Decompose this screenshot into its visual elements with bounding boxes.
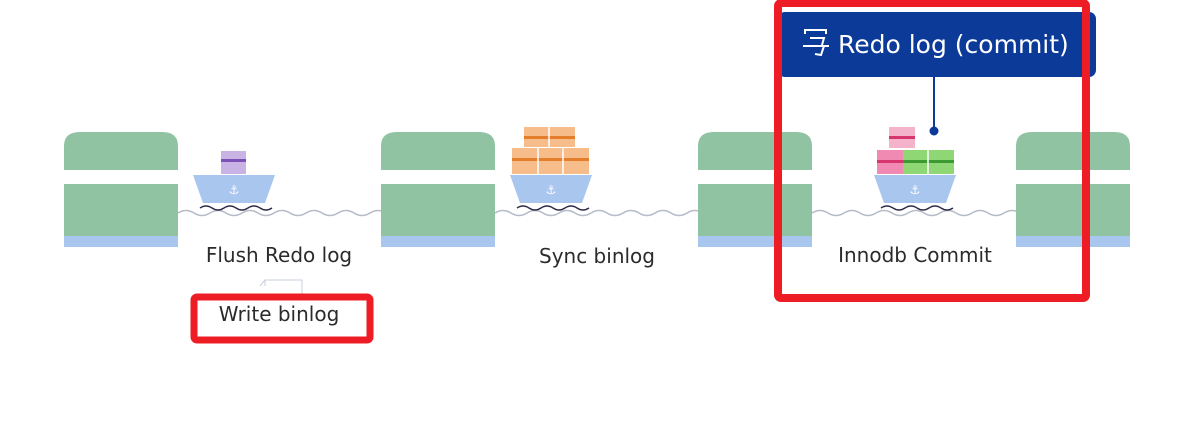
water-wave bbox=[177, 209, 1021, 217]
anchor-icon: ⚓ bbox=[229, 183, 240, 197]
stage-label-sync-binlog: Sync binlog bbox=[539, 244, 655, 268]
anchor-icon: ⚓ bbox=[910, 183, 921, 197]
ship-2: ⚓ bbox=[510, 127, 592, 211]
dock-2 bbox=[381, 132, 495, 247]
stage-label-flush-redo-log: Flush Redo log bbox=[206, 243, 352, 267]
diagram-canvas: ⚓ ⚓ ⚓ Redo log (commit) Flush Redo log S… bbox=[64, 0, 1130, 344]
stage-label-innodb-commit: Innodb Commit bbox=[838, 243, 992, 267]
ship-3: ⚓ bbox=[874, 127, 956, 211]
callout-dot bbox=[929, 126, 939, 136]
dock-3 bbox=[698, 132, 812, 247]
callout-text: Redo log (commit) bbox=[838, 30, 1069, 59]
sub-label-write-binlog: Write binlog bbox=[219, 302, 340, 326]
dock-1 bbox=[64, 132, 178, 247]
ship-1: ⚓ bbox=[193, 151, 275, 211]
anchor-icon: ⚓ bbox=[546, 183, 557, 197]
dock-4 bbox=[1016, 132, 1130, 247]
